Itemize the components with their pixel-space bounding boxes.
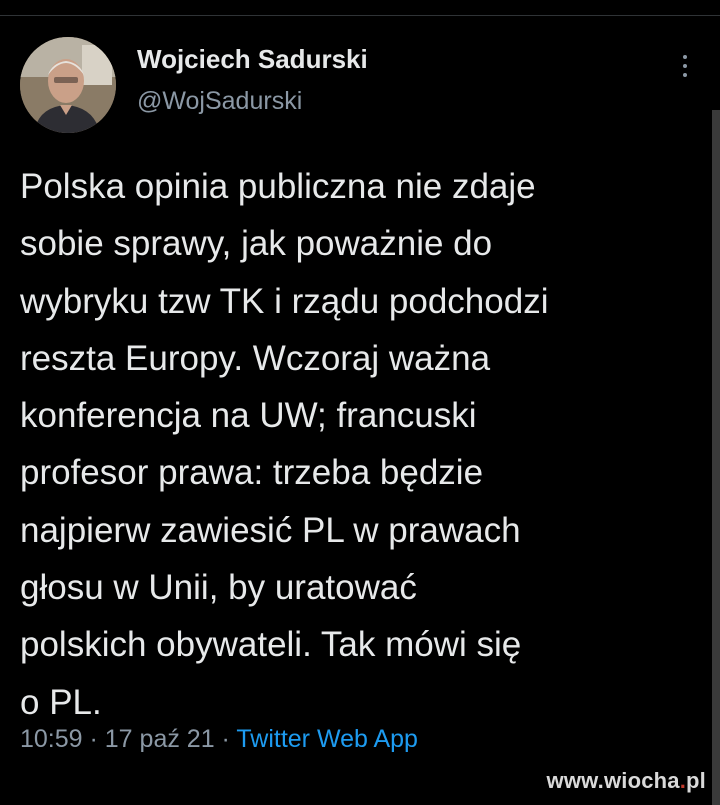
- tweet-meta: 10:59 · 17 paź 21 · Twitter Web App: [20, 725, 418, 754]
- top-divider: [0, 15, 720, 16]
- avatar-photo: [20, 37, 116, 133]
- watermark-suffix: pl: [686, 768, 706, 793]
- meta-separator: ·: [214, 725, 237, 753]
- more-vertical-icon[interactable]: [675, 52, 695, 80]
- watermark-prefix: www.wiocha: [546, 768, 680, 793]
- watermark: www.wiocha.pl: [547, 768, 706, 794]
- avatar[interactable]: [20, 37, 116, 133]
- tweet-source-link[interactable]: Twitter Web App: [236, 725, 418, 753]
- meta-separator: ·: [82, 725, 105, 753]
- tweet-date[interactable]: 17 paź 21: [105, 725, 215, 753]
- author-handle[interactable]: @WojSadurski: [137, 87, 302, 116]
- tweet-time[interactable]: 10:59: [20, 725, 83, 753]
- tweet-text: Polska opinia publiczna nie zdaje sobie …: [20, 167, 549, 722]
- scrollbar[interactable]: [712, 110, 720, 805]
- author-name[interactable]: Wojciech Sadurski: [137, 44, 368, 75]
